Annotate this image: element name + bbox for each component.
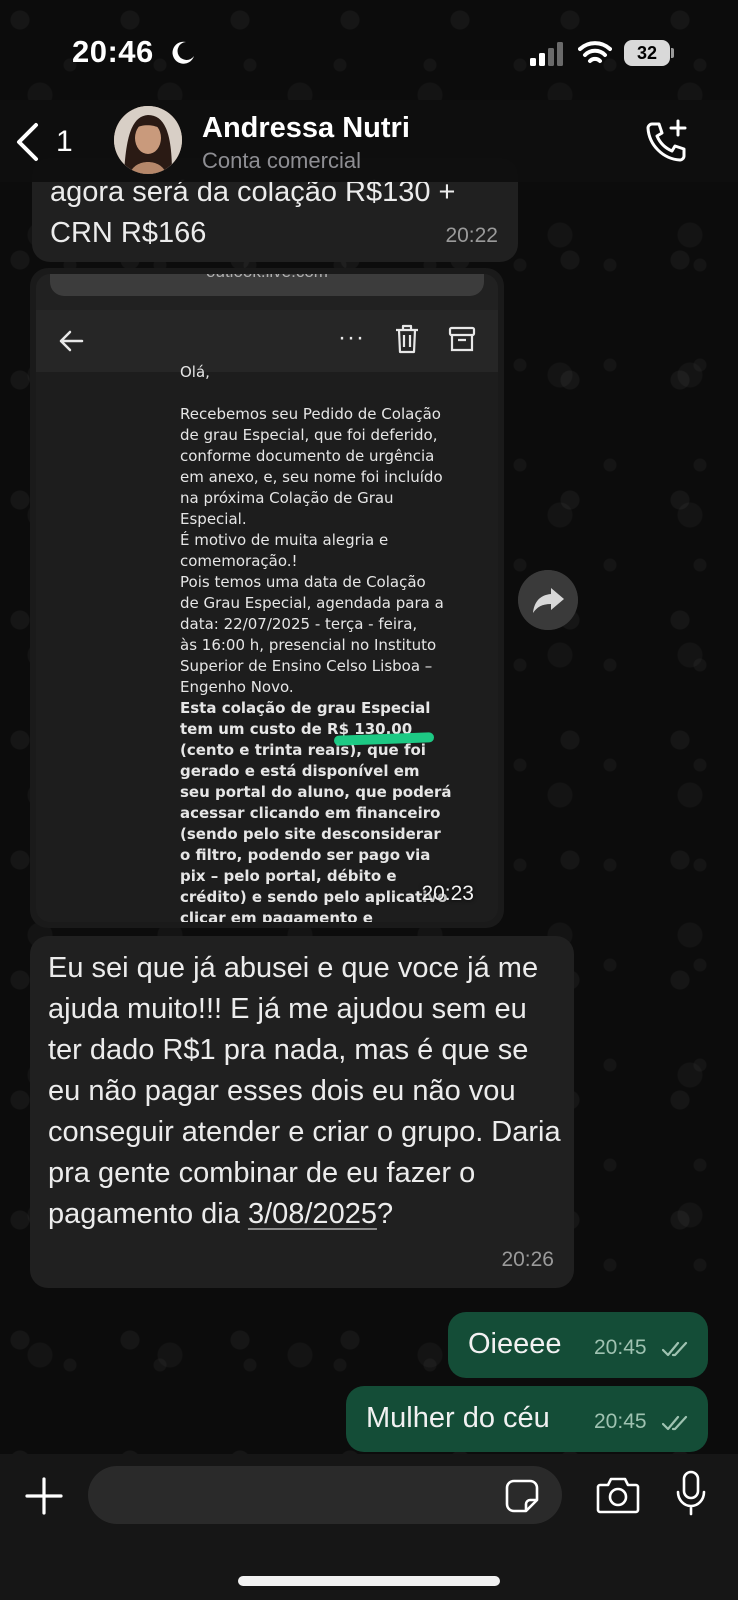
read-receipt-icon xyxy=(662,1341,688,1357)
message-text: agora será da colação R$130 + CRN R$166 xyxy=(50,176,456,249)
email-body: Olá, Recebemos seu Pedido de Colação de … xyxy=(36,363,498,922)
email-screenshot[interactable]: ··· outlook.live.com Olá, Recebemos seu … xyxy=(36,274,498,922)
battery-tip xyxy=(671,48,674,58)
contact-subtitle: Conta comercial xyxy=(202,148,361,173)
back-chevron-icon xyxy=(17,123,38,161)
image-message[interactable]: ··· outlook.live.com Olá, Recebemos seu … xyxy=(30,268,504,928)
home-indicator xyxy=(238,1576,500,1586)
email-greeting: Olá, xyxy=(180,363,210,381)
contact-name[interactable]: Andressa Nutri xyxy=(202,112,410,145)
avatar[interactable] xyxy=(114,106,182,174)
trash-icon xyxy=(396,324,418,354)
forward-icon[interactable] xyxy=(518,570,578,630)
message-bubble-sent[interactable]: Oieeee 20:45 xyxy=(448,1312,708,1378)
wifi-icon xyxy=(578,41,612,63)
plus-icon[interactable] xyxy=(24,1476,64,1516)
unread-count: 1 xyxy=(56,125,73,158)
status-time: 20:46 xyxy=(72,34,154,69)
message-input[interactable] xyxy=(88,1466,562,1524)
moon-icon xyxy=(172,41,194,64)
camera-icon[interactable] xyxy=(596,1476,640,1514)
message-time: 20:23 xyxy=(421,882,474,905)
more-icon: ··· xyxy=(338,324,365,351)
message-bubble-sent[interactable]: Mulher do céu 20:45 xyxy=(346,1386,708,1452)
url-bar: outlook.live.com xyxy=(50,274,484,296)
sticker-icon[interactable] xyxy=(504,1478,540,1514)
email-text: Olá, Recebemos seu Pedido de Colação de … xyxy=(180,362,496,922)
microphone-icon[interactable] xyxy=(676,1470,706,1516)
archive-icon xyxy=(448,326,476,352)
read-receipt-icon xyxy=(662,1415,688,1431)
date-link[interactable]: 3/08/2025 xyxy=(248,1198,377,1230)
message-text-part: ? xyxy=(376,1198,394,1230)
status-bar: 20:46 32 xyxy=(0,0,738,100)
chat-header: 1 Andressa Nutri Conta comercial xyxy=(0,100,738,182)
message-time: 20:26 xyxy=(501,1248,554,1271)
back-button[interactable]: 1 xyxy=(14,118,84,166)
message-text: Mulher do céu xyxy=(366,1402,550,1434)
battery-icon: 32 xyxy=(624,40,674,66)
message-time: 20:45 xyxy=(594,1336,647,1359)
message-time: 20:45 xyxy=(594,1410,647,1433)
message-text-part: Eu sei que já abusei e que voce já me aj… xyxy=(48,952,561,1230)
message-text: Oieeee xyxy=(468,1328,562,1360)
signal-icon xyxy=(530,42,563,66)
add-call-icon[interactable] xyxy=(644,118,690,164)
email-paragraph: Recebemos seu Pedido de Colação de grau … xyxy=(180,405,444,696)
arrow-left-icon xyxy=(59,330,84,352)
url-text: outlook.live.com xyxy=(50,274,484,282)
message-text: Eu sei que já abusei e que voce já me aj… xyxy=(48,948,568,1235)
message-time: 20:22 xyxy=(445,224,498,247)
message-bubble-received[interactable]: Eu sei que já abusei e que voce já me aj… xyxy=(30,936,574,1288)
battery-level: 32 xyxy=(624,40,670,66)
